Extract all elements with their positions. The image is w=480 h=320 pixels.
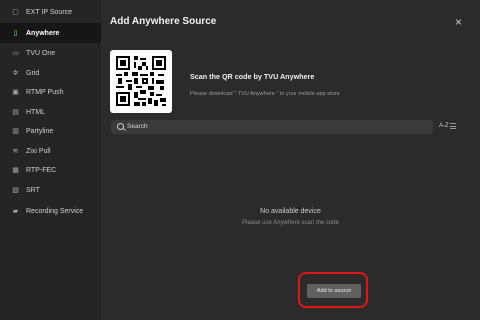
- search-placeholder: Search: [127, 123, 148, 130]
- highlight-annotation: [298, 272, 368, 308]
- qr-code: [110, 50, 172, 113]
- sidebar-item-html[interactable]: ▤ HTML: [0, 102, 101, 122]
- dialog-title: Add Anywhere Source: [110, 16, 217, 27]
- sidebar: ▢ EXT IP Source ▯ Anywhere ▭ TVU One ✲ Grid ▣ RTM…: [0, 0, 101, 320]
- sidebar-item-label: HTML: [26, 108, 46, 116]
- sidebar-item-zixi-pull[interactable]: ≋ Zixi Pull: [0, 141, 101, 161]
- anywhere-icon: ▯: [13, 30, 18, 37]
- empty-state-title: No available device: [260, 208, 321, 215]
- add-anywhere-source-dialog: Add Anywhere Source × Scan the QR code b…: [101, 0, 480, 320]
- qr-code-image: [116, 56, 166, 106]
- folder-icon: ▰: [12, 208, 19, 215]
- sidebar-item-label: Recording Service: [26, 207, 84, 215]
- sidebar-item-label: TVU One: [26, 49, 56, 57]
- sidebar-item-grid[interactable]: ✲ Grid: [0, 63, 101, 83]
- sort-az-button[interactable]: A-Z: [439, 123, 449, 129]
- sidebar-item-label: Partyline: [26, 127, 54, 135]
- sort-list-icon[interactable]: [450, 123, 456, 129]
- ext-ip-icon: ▢: [12, 9, 19, 16]
- sidebar-item-label: RTMP Push: [26, 88, 64, 96]
- sidebar-item-label: Anywhere: [26, 29, 60, 37]
- sidebar-item-rtp-fec[interactable]: ▦ RTP-FEC: [0, 160, 101, 180]
- sidebar-item-ext-ip-source[interactable]: ▢ EXT IP Source: [0, 2, 101, 22]
- sidebar-item-label: RTP-FEC: [26, 166, 57, 174]
- empty-state-subtitle: Please use Anywhere scan the code: [242, 220, 339, 226]
- scan-subtitle: Please download " TVU Anywhere " in your…: [190, 91, 340, 97]
- sidebar-item-srt[interactable]: ▧ SRT: [0, 180, 101, 200]
- sidebar-item-partyline[interactable]: ▥ Partyline: [0, 121, 101, 141]
- sidebar-item-rtmp-push[interactable]: ▣ RTMP Push: [0, 82, 101, 102]
- sidebar-item-anywhere[interactable]: ▯ Anywhere: [0, 23, 101, 43]
- scan-title: Scan the QR code by TVU Anywhere: [190, 72, 315, 81]
- tvu-one-icon: ▭: [12, 50, 19, 57]
- rtp-fec-icon: ▦: [12, 167, 19, 174]
- grid-icon: ✲: [12, 70, 19, 77]
- partyline-icon: ▥: [12, 128, 19, 135]
- srt-icon: ▧: [12, 187, 19, 194]
- rtmp-icon: ▣: [12, 89, 19, 96]
- sidebar-item-label: EXT IP Source: [26, 8, 73, 16]
- sidebar-item-label: SRT: [26, 186, 40, 194]
- search-input[interactable]: Search: [111, 120, 433, 134]
- html-icon: ▤: [12, 109, 19, 116]
- sidebar-item-label: Zixi Pull: [26, 147, 51, 155]
- sidebar-item-tvu-one[interactable]: ▭ TVU One: [0, 43, 101, 63]
- search-icon: [117, 123, 124, 130]
- sidebar-item-label: Grid: [26, 69, 40, 77]
- close-icon[interactable]: ×: [455, 16, 462, 28]
- zixi-icon: ≋: [12, 148, 19, 155]
- sidebar-item-recording-service[interactable]: ▰ Recording Service: [0, 201, 101, 221]
